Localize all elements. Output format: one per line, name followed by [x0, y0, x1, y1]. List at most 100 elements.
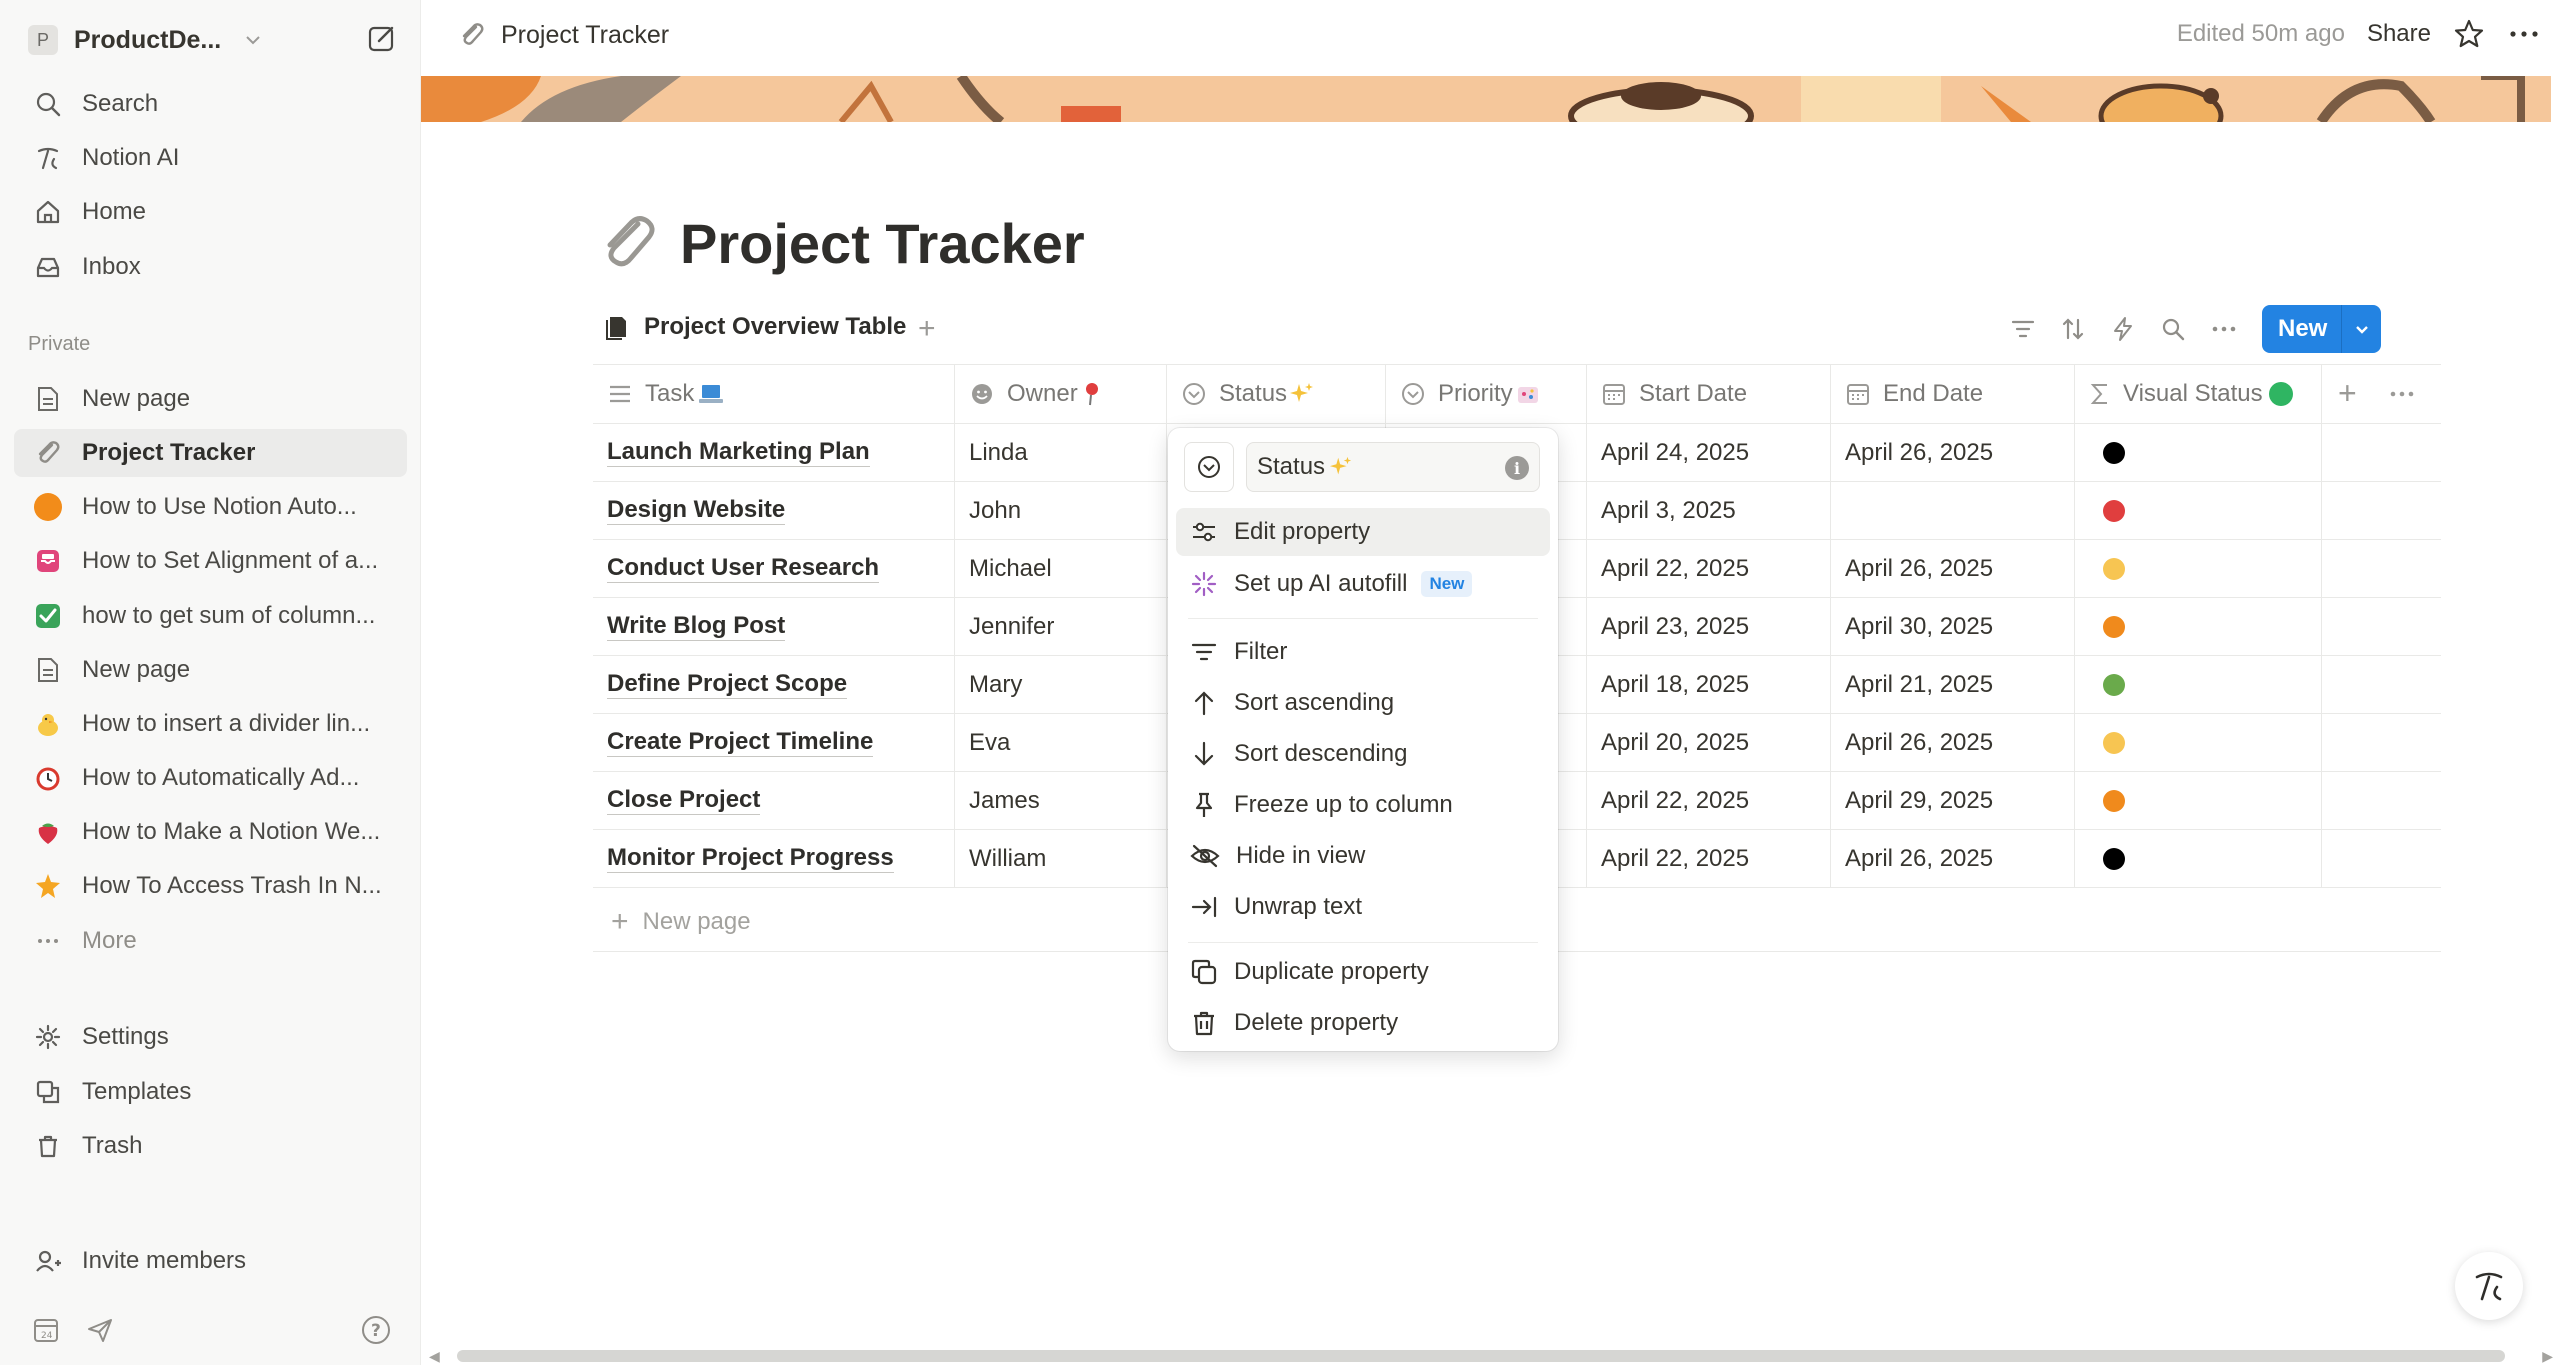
share-button[interactable]: Share	[2367, 20, 2431, 48]
task-cell[interactable]: Monitor Project Progress	[593, 830, 955, 887]
start-cell[interactable]: April 23, 2025	[1587, 598, 1831, 655]
task-cell[interactable]: Create Project Timeline	[593, 714, 955, 771]
visual-status-cell[interactable]	[2075, 772, 2322, 829]
sidebar-page-4[interactable]: how to get sum of column...	[14, 592, 407, 640]
add-property-button[interactable]: +	[2338, 375, 2357, 412]
table-cell[interactable]	[2322, 540, 2441, 597]
sidebar-page-6[interactable]: How to insert a divider lin...	[14, 700, 407, 748]
calendar-app-icon[interactable]: 24	[32, 1316, 60, 1344]
view-tab-project-overview[interactable]: Project Overview Table	[604, 313, 906, 341]
property-type-icon-button[interactable]	[1184, 442, 1234, 492]
sidebar-page-8[interactable]: How to Make a Notion We...	[14, 808, 407, 856]
new-record-button[interactable]: New	[2262, 305, 2382, 353]
sidebar-item-trash[interactable]: Trash	[14, 1122, 407, 1170]
sort-icon[interactable]	[2060, 316, 2086, 342]
column-header-priority[interactable]: Priority	[1386, 365, 1587, 423]
column-header-visual-status[interactable]: Visual Status	[2075, 365, 2322, 423]
menu-item-hide-in-view[interactable]: Hide in view	[1176, 832, 1550, 880]
sidebar-page-new-page[interactable]: New page	[14, 375, 407, 423]
sidebar-item-inbox[interactable]: Inbox	[14, 243, 407, 291]
menu-item-edit-property[interactable]: Edit property	[1176, 508, 1550, 556]
filter-icon[interactable]	[2010, 316, 2036, 342]
owner-cell[interactable]: Jennifer	[955, 598, 1167, 655]
column-header-status[interactable]: Status	[1167, 365, 1386, 423]
start-cell[interactable]: April 3, 2025	[1587, 482, 1831, 539]
end-cell[interactable]: April 21, 2025	[1831, 656, 2075, 713]
column-header-end-date[interactable]: End Date	[1831, 365, 2075, 423]
sidebar-page-7[interactable]: How to Automatically Ad...	[14, 754, 407, 802]
owner-cell[interactable]: Eva	[955, 714, 1167, 771]
task-cell[interactable]: Design Website	[593, 482, 955, 539]
send-icon[interactable]	[86, 1316, 114, 1344]
table-cell[interactable]	[2322, 598, 2441, 655]
visual-status-cell[interactable]	[2075, 598, 2322, 655]
horizontal-scrollbar[interactable]: ◀ ▶	[421, 1346, 2561, 1365]
scrollbar-thumb[interactable]	[457, 1350, 2505, 1362]
menu-item-sort-descending[interactable]: Sort descending	[1176, 730, 1550, 778]
owner-cell[interactable]: Michael	[955, 540, 1167, 597]
paperclip-icon[interactable]	[596, 210, 662, 276]
page-cover-image[interactable]	[421, 76, 2551, 122]
task-cell[interactable]: Conduct User Research	[593, 540, 955, 597]
help-icon[interactable]: ?	[360, 1314, 392, 1346]
visual-status-cell[interactable]	[2075, 656, 2322, 713]
sidebar-page-3[interactable]: How to Set Alignment of a...	[14, 537, 407, 585]
visual-status-cell[interactable]	[2075, 424, 2322, 481]
end-cell[interactable]: April 26, 2025	[1831, 830, 2075, 887]
sidebar-page-project-tracker[interactable]: Project Tracker	[14, 429, 407, 477]
add-view-button[interactable]: +	[918, 312, 936, 346]
notion-ai-fab[interactable]	[2455, 1252, 2523, 1320]
end-cell[interactable]	[1831, 482, 2075, 539]
start-cell[interactable]: April 22, 2025	[1587, 540, 1831, 597]
owner-cell[interactable]: Linda	[955, 424, 1167, 481]
menu-item-delete-property[interactable]: Delete property	[1176, 999, 1550, 1047]
start-cell[interactable]: April 24, 2025	[1587, 424, 1831, 481]
menu-item-duplicate-property[interactable]: Duplicate property	[1176, 948, 1550, 996]
chevron-down-icon[interactable]	[2341, 305, 2381, 353]
task-cell[interactable]: Close Project	[593, 772, 955, 829]
owner-cell[interactable]: John	[955, 482, 1167, 539]
owner-cell[interactable]: William	[955, 830, 1167, 887]
breadcrumb[interactable]: Project Tracker	[457, 20, 669, 50]
sidebar-item-templates[interactable]: Templates	[14, 1068, 407, 1116]
automation-bolt-icon[interactable]	[2110, 316, 2136, 342]
start-cell[interactable]: April 18, 2025	[1587, 656, 1831, 713]
table-cell[interactable]	[2322, 424, 2441, 481]
sidebar-page-new-page-2[interactable]: New page	[14, 646, 407, 694]
more-options-icon[interactable]	[2507, 18, 2541, 50]
search-icon[interactable]	[2160, 316, 2186, 342]
page-title-text[interactable]: Project Tracker	[680, 211, 1085, 276]
column-header-start-date[interactable]: Start Date	[1587, 365, 1831, 423]
more-dots-icon[interactable]	[2388, 383, 2416, 405]
scroll-left-icon[interactable]: ◀	[429, 1348, 440, 1365]
star-icon[interactable]	[2453, 18, 2485, 50]
table-cell[interactable]	[2322, 772, 2441, 829]
sidebar-item-home[interactable]: Home	[14, 188, 407, 236]
table-cell[interactable]	[2322, 830, 2441, 887]
end-cell[interactable]: April 30, 2025	[1831, 598, 2075, 655]
table-cell[interactable]	[2322, 656, 2441, 713]
column-header-owner[interactable]: Owner	[955, 365, 1167, 423]
start-cell[interactable]: April 20, 2025	[1587, 714, 1831, 771]
sidebar-page-9[interactable]: How To Access Trash In N...	[14, 862, 407, 910]
new-button-label[interactable]: New	[2262, 305, 2341, 353]
workspace-switcher[interactable]: P ProductDe...	[28, 20, 398, 60]
sidebar-item-search[interactable]: Search	[14, 80, 407, 128]
table-cell[interactable]	[2322, 482, 2441, 539]
menu-item-filter[interactable]: Filter	[1176, 628, 1550, 676]
menu-item-unwrap-text[interactable]: Unwrap text	[1176, 883, 1550, 931]
visual-status-cell[interactable]	[2075, 714, 2322, 771]
sidebar-page-2[interactable]: How to Use Notion Auto...	[14, 483, 407, 531]
sidebar-item-notion-ai[interactable]: Notion AI	[14, 134, 407, 182]
visual-status-cell[interactable]	[2075, 830, 2322, 887]
property-name-input[interactable]: Status i	[1246, 442, 1540, 492]
menu-item-sort-ascending[interactable]: Sort ascending	[1176, 679, 1550, 727]
visual-status-cell[interactable]	[2075, 482, 2322, 539]
compose-icon[interactable]	[366, 22, 398, 54]
sidebar-item-more[interactable]: More	[14, 917, 407, 965]
table-cell[interactable]	[2322, 714, 2441, 771]
menu-item-ai-autofill[interactable]: Set up AI autofill New	[1176, 560, 1550, 608]
start-cell[interactable]: April 22, 2025	[1587, 830, 1831, 887]
end-cell[interactable]: April 29, 2025	[1831, 772, 2075, 829]
owner-cell[interactable]: Mary	[955, 656, 1167, 713]
